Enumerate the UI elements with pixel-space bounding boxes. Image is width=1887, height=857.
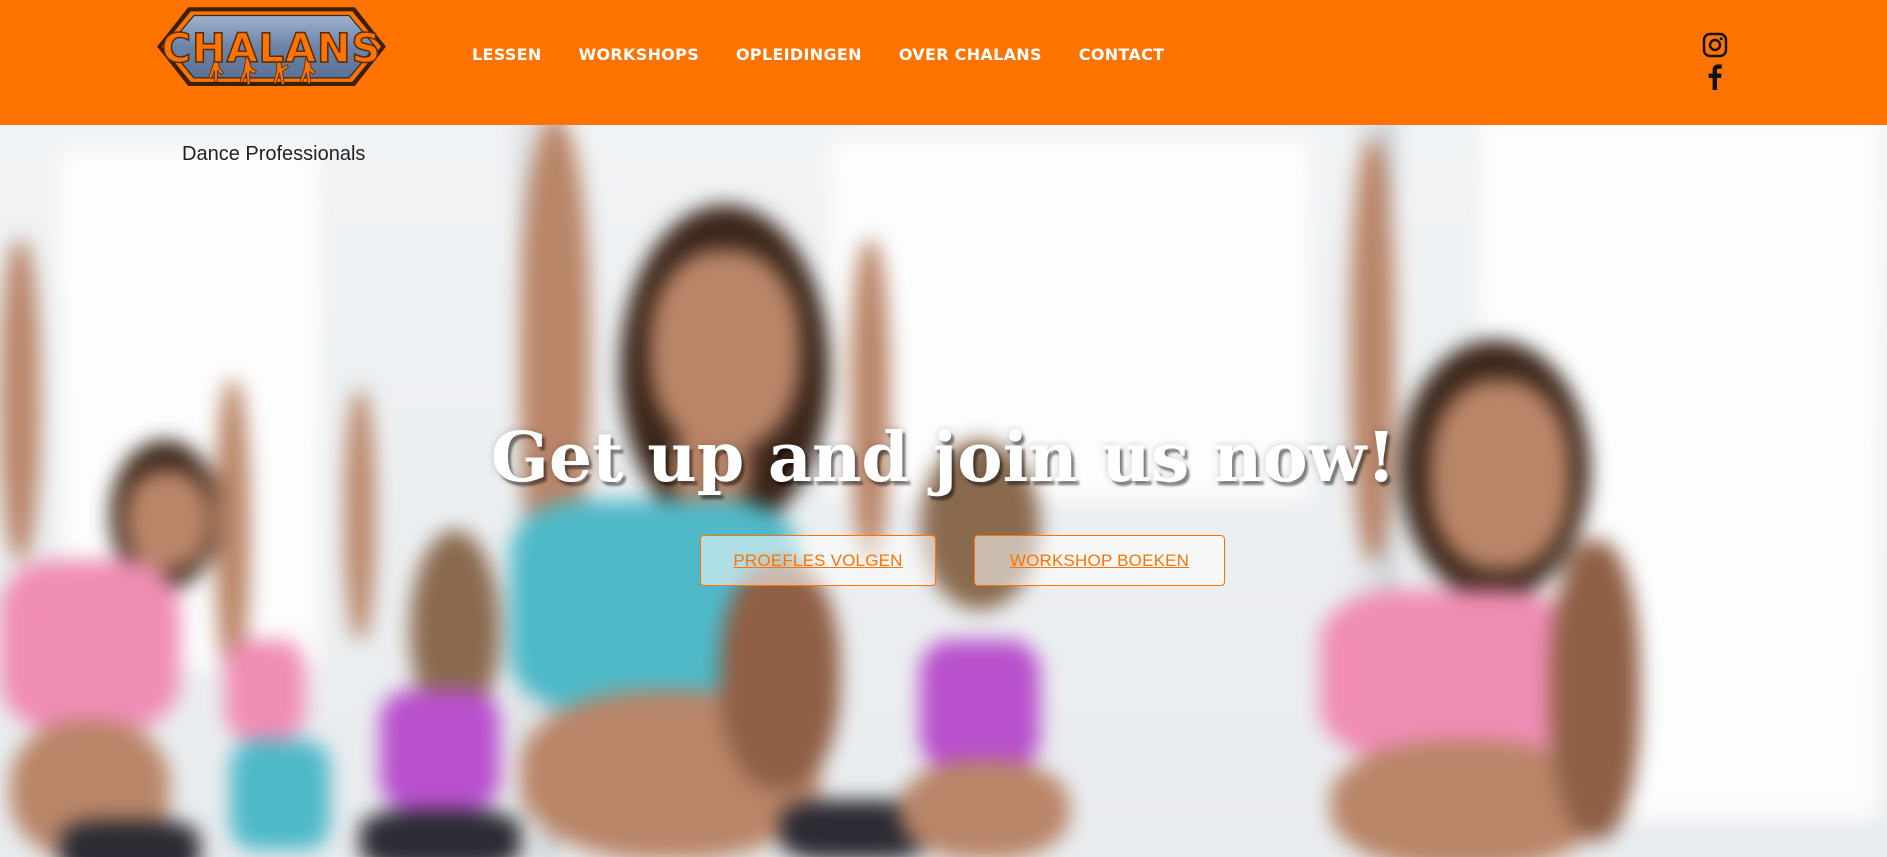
hero-headline: Get up and join us now! <box>490 418 1397 498</box>
social-links <box>1702 32 1730 92</box>
workshop-boeken-button[interactable]: WORKSHOP BOEKEN <box>974 535 1225 586</box>
logo-wordmark: CHALANS <box>161 25 382 73</box>
nav-item-workshops[interactable]: WORKSHOPS <box>579 45 699 64</box>
instagram-icon[interactable] <box>1702 32 1728 58</box>
facebook-icon[interactable] <box>1702 62 1728 90</box>
brand-tagline: Dance Professionals <box>182 143 366 165</box>
chalans-logo[interactable]: CHALANS <box>130 4 413 132</box>
nav-item-over-chalans[interactable]: OVER CHALANS <box>899 45 1042 64</box>
proefles-volgen-button[interactable]: PROEFLES VOLGEN <box>700 535 936 586</box>
nav-item-contact[interactable]: CONTACT <box>1079 45 1165 64</box>
main-navigation: LESSEN WORKSHOPS OPLEIDINGEN OVER CHALAN… <box>472 45 1201 64</box>
nav-item-opleidingen[interactable]: OPLEIDINGEN <box>736 45 862 64</box>
nav-item-lessen[interactable]: LESSEN <box>472 45 542 64</box>
